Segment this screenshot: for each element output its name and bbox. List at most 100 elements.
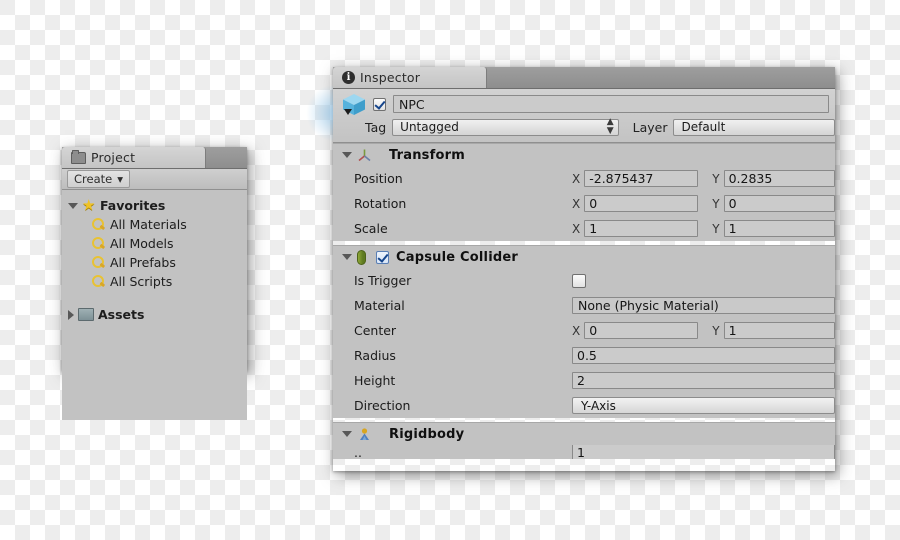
tree-item-assets[interactable]: Assets (62, 305, 247, 324)
gameobject-enabled-checkbox[interactable] (373, 97, 386, 111)
property-rotation: Rotation X 0 Y 0 (333, 191, 835, 216)
project-panel: Project Create ▾ ★ Favorites All Materia… (62, 147, 247, 420)
search-icon (92, 256, 105, 269)
number-field: 0.5 (572, 347, 835, 364)
property-label: .. (354, 445, 362, 459)
transform-axis-icon (357, 148, 372, 163)
layer-dropdown[interactable]: Default (673, 118, 835, 136)
vector-fields: X 0 Y 1 (572, 322, 835, 339)
is-trigger-checkbox[interactable] (572, 273, 586, 288)
layer-label: Layer (632, 119, 668, 135)
vector-fields: X 1 Y 1 (572, 220, 835, 237)
component-header-transform[interactable]: Transform (333, 143, 835, 166)
component-header-rigidbody[interactable]: Rigidbody (333, 422, 835, 445)
tree-item-label: Favorites (100, 198, 166, 213)
expander-down-icon[interactable] (342, 431, 352, 437)
tree-item-label: Assets (98, 307, 145, 322)
position-y-input[interactable]: 0.2835 (723, 170, 835, 187)
tag-dropdown[interactable]: Untagged ▲ ▼ (392, 117, 619, 136)
property-label: Material (354, 298, 405, 313)
number-field: 1 (572, 445, 835, 459)
center-x-input[interactable]: 0 (584, 322, 699, 339)
tag-layer-row: Tag Untagged ▲ ▼ Layer Default (333, 117, 835, 137)
component-title: Rigidbody (389, 426, 465, 442)
gameobject-name-row: NPC (333, 93, 835, 115)
gameobject-header: NPC Tag Untagged ▲ ▼ Layer Default (333, 89, 835, 143)
chevron-down-icon: ▾ (117, 172, 123, 186)
expander-down-icon[interactable] (342, 152, 352, 158)
axis-x-label: X (572, 323, 581, 338)
rigidbody-icon (357, 427, 372, 442)
material-object-field[interactable]: None (Physic Material) (572, 297, 835, 314)
axis-x-label: X (572, 196, 581, 211)
search-icon (92, 237, 105, 250)
tag-label: Tag (365, 119, 387, 135)
tree-item-all-scripts[interactable]: All Scripts (62, 272, 247, 291)
expander-down-icon[interactable] (68, 202, 78, 209)
layer-dropdown-value: Default (681, 120, 726, 134)
chevron-updown-icon: ▲ ▼ (606, 117, 614, 136)
project-toolbar: Create ▾ (62, 169, 247, 190)
position-x-input[interactable]: -2.875437 (584, 170, 699, 187)
property-center: Center X 0 Y 1 (333, 318, 835, 343)
object-field: None (Physic Material) (572, 297, 835, 314)
star-icon: ★ (82, 195, 96, 214)
property-direction: Direction Y-Axis (333, 393, 835, 418)
property-label: Height (354, 373, 396, 388)
tree-item-label: All Materials (110, 217, 187, 232)
number-field: 2 (572, 372, 835, 389)
vector-fields: X -2.875437 Y 0.2835 (572, 170, 835, 187)
property-scale: Scale X 1 Y 1 (333, 216, 835, 241)
radius-input[interactable]: 0.5 (572, 347, 835, 364)
tab-project[interactable]: Project (62, 147, 206, 168)
direction-dropdown[interactable]: Y-Axis (572, 397, 835, 414)
property-label: Radius (354, 348, 396, 363)
tree-item-label: All Models (110, 236, 174, 251)
expander-right-icon[interactable] (68, 309, 74, 320)
axis-y-label: Y (712, 323, 720, 338)
search-icon (92, 218, 105, 231)
axis-x-label: X (572, 171, 581, 186)
prefab-cube-icon[interactable] (341, 92, 367, 117)
property-label: Center (354, 323, 397, 338)
component-header-capsule-collider[interactable]: Capsule Collider (333, 245, 835, 268)
capsule-collider-enabled-checkbox[interactable] (376, 250, 389, 264)
component-title: Transform (389, 147, 465, 163)
rotation-x-input[interactable]: 0 (584, 195, 699, 212)
gameobject-name-input[interactable]: NPC (393, 95, 829, 113)
assets-folder-icon (78, 308, 94, 321)
tab-inspector[interactable]: i Inspector (333, 67, 487, 88)
center-y-input[interactable]: 1 (723, 322, 835, 339)
property-is-trigger: Is Trigger (333, 268, 835, 293)
rotation-y-input[interactable]: 0 (723, 195, 835, 212)
axis-y-label: Y (712, 171, 720, 186)
inspector-tabbar: i Inspector (333, 67, 835, 89)
search-icon (92, 275, 105, 288)
property-label: Rotation (354, 196, 407, 211)
tag-dropdown-value: Untagged (400, 120, 459, 134)
axis-y-label: Y (712, 196, 720, 211)
create-button[interactable]: Create ▾ (67, 170, 130, 188)
scale-x-input[interactable]: 1 (584, 220, 699, 237)
expander-down-icon[interactable] (342, 254, 352, 260)
tree-item-favorites[interactable]: ★ Favorites (62, 196, 247, 215)
tree-item-all-prefabs[interactable]: All Prefabs (62, 253, 247, 272)
axis-y-label: Y (712, 221, 720, 236)
tab-inspector-label: Inspector (360, 70, 421, 85)
tree-item-all-models[interactable]: All Models (62, 234, 247, 253)
tree-item-label: All Scripts (110, 274, 173, 289)
clipped-input[interactable]: 1 (572, 445, 835, 459)
component-title: Capsule Collider (396, 249, 518, 265)
info-icon: i (342, 71, 355, 84)
inspector-panel: i Inspector NPC Tag Untagged ▲ ▼ Layer D… (305, 67, 835, 471)
property-label: Position (354, 171, 403, 186)
property-height: Height 2 (333, 368, 835, 393)
property-clipped-row: .. 1 (333, 445, 835, 459)
tree-item-all-materials[interactable]: All Materials (62, 215, 247, 234)
property-label: Is Trigger (354, 273, 412, 288)
property-label: Scale (354, 221, 388, 236)
scale-y-input[interactable]: 1 (723, 220, 835, 237)
height-input[interactable]: 2 (572, 372, 835, 389)
property-radius: Radius 0.5 (333, 343, 835, 368)
